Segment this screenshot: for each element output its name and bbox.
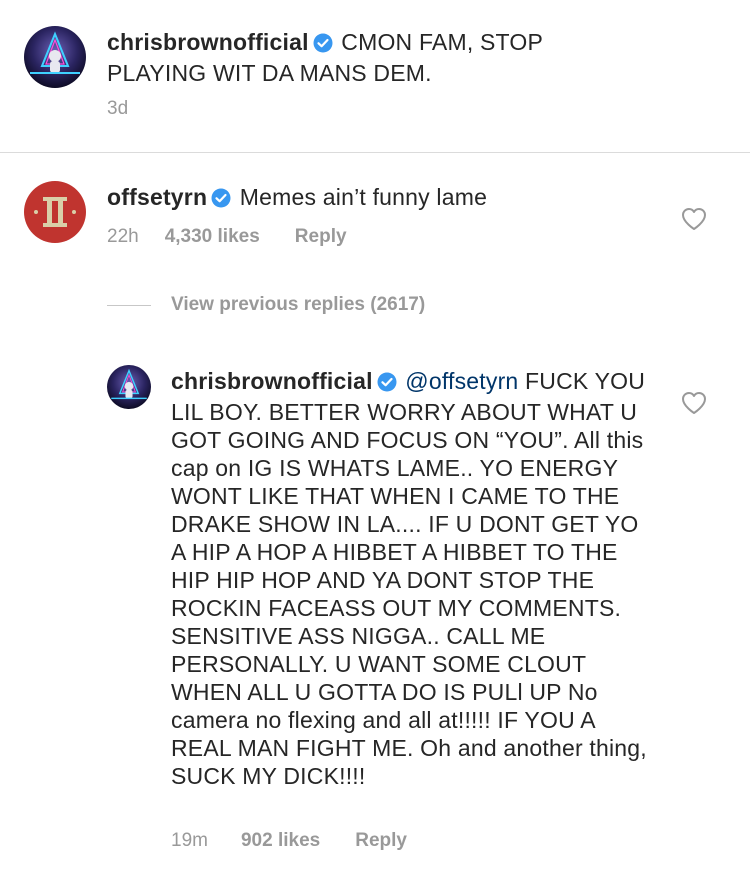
comment-time: 22h: [107, 226, 139, 247]
caption-divider: [0, 152, 750, 153]
reply-time: 19m: [171, 830, 208, 851]
caption-text-block: chrisbrownofficial CMON FAM, STOP PLAYIN…: [107, 28, 627, 87]
comment-text: Memes ain’t funny lame: [239, 184, 488, 210]
comment-avatar[interactable]: [24, 181, 86, 243]
comment-like-button[interactable]: [681, 207, 707, 236]
replies-indent-line: [107, 304, 151, 306]
caption-meta: 3d: [107, 98, 128, 120]
comment-reply-button[interactable]: Reply: [295, 226, 347, 248]
reply-avatar[interactable]: [107, 365, 151, 409]
verified-badge-icon: [377, 370, 397, 398]
caption-avatar[interactable]: [24, 26, 86, 88]
reply-text-block: chrisbrownofficial @offsetyrn FUCK YOU L…: [171, 367, 649, 790]
caption-username[interactable]: chrisbrownofficial: [107, 29, 309, 55]
astronaut-avatar-icon: [107, 365, 151, 409]
reply-text: FUCK YOU LIL BOY. BETTER WORRY ABOUT WHA…: [171, 368, 647, 789]
view-previous-replies-button[interactable]: View previous replies (2617): [107, 294, 425, 316]
reply-mention-link[interactable]: @offsetyrn: [405, 368, 518, 394]
comment-likes-count[interactable]: 4,330 likes: [165, 226, 260, 248]
verified-badge-icon: [313, 31, 333, 59]
verified-badge-icon: [211, 186, 231, 214]
comment-username[interactable]: offsetyrn: [107, 184, 207, 210]
comment-text-block: offsetyrn Memes ain’t funny lame: [107, 183, 667, 214]
reply-username[interactable]: chrisbrownofficial: [171, 368, 373, 394]
reply-likes-count[interactable]: 902 likes: [241, 830, 320, 852]
caption-time: 3d: [107, 98, 129, 119]
roman-numeral-avatar-icon: [24, 181, 86, 243]
astronaut-avatar-icon: [24, 26, 86, 88]
reply-meta: 19m 902 likes Reply: [171, 830, 407, 852]
heart-icon: [682, 208, 706, 230]
view-previous-replies-label: View previous replies (2617): [171, 294, 426, 315]
heart-icon: [682, 392, 706, 414]
reply-reply-button[interactable]: Reply: [355, 830, 407, 852]
comment-meta: 22h 4,330 likes Reply: [107, 226, 347, 248]
reply-like-button[interactable]: [681, 391, 707, 420]
